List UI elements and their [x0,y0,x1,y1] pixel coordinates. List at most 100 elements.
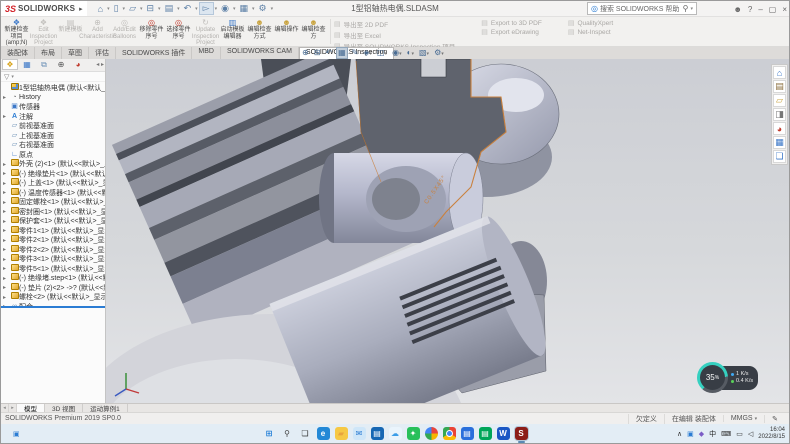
expand-arrow-icon[interactable]: ▸ [3,294,10,301]
doc-tab-other[interactable]: 运动算例1 [83,404,128,412]
custom-properties-icon[interactable]: ▦ [773,136,786,149]
displaymanager-tab[interactable]: ◕ [70,59,86,70]
network-speed-widget[interactable]: 35% 1 K/s 0.4 K/s [697,362,758,393]
doc-tab-scroll-icon[interactable]: ▸ [9,404,17,412]
dropdown-arrow-icon[interactable]: ▾ [233,6,236,12]
appearances-scenes-icon[interactable]: ◕ [773,122,786,135]
view-settings-icon[interactable]: ⚙▾ [433,48,445,59]
dropdown-arrow-icon[interactable]: ▾ [411,51,414,57]
dropdown-arrow-icon[interactable]: ▾ [195,6,198,12]
tab-solidworks-插件[interactable]: SOLIDWORKS 插件 [116,47,192,59]
dropdown-arrow-icon[interactable]: ▾ [370,51,373,57]
search-input[interactable]: 搜索 SOLIDWORKS 帮助 [600,4,679,14]
dropdown-arrow-icon[interactable]: ▾ [385,51,388,57]
dropdown-arrow-icon[interactable]: ▾ [140,6,143,12]
tree-item[interactable]: ▸螺栓<2> (默认<<默认>_显示状态 [1,292,105,302]
volume-icon[interactable]: ◁ [748,430,753,438]
home-icon[interactable]: ⌂ [95,4,106,14]
tray-chevron-icon[interactable]: ∧ [677,430,682,438]
configurationmanager-tab[interactable]: ⧉ [36,59,52,70]
doc-tab-other[interactable]: 3D 视图 [45,404,83,412]
zoom-fit-icon[interactable]: ⊕ [301,48,310,58]
tree-item[interactable]: ▸保护套<1> (默认<<默认>_显示状态 [1,216,105,226]
dropdown-arrow-icon[interactable]: ▾ [107,6,110,12]
expand-arrow-icon[interactable]: ▸ [3,180,10,187]
start-button[interactable]: ⊞ [263,427,276,440]
tree-item[interactable]: ▸(-) 绝缘垫片<1> (默认<<默认>_显示 [1,169,105,179]
tab-solidworks-cam[interactable]: SOLIDWORKS CAM [221,47,299,59]
dimxpertmanager-tab[interactable]: ⊕ [53,59,69,70]
tab-草图[interactable]: 草图 [62,47,89,59]
expand-arrow-icon[interactable]: ▸ [3,227,10,234]
qualityxpert-menu-item[interactable]: ▤QualityXpert [568,19,613,27]
task-view-icon[interactable]: ❏ [299,427,312,440]
edit-appearance-icon[interactable]: ◐▾ [406,48,415,59]
solidworks-app-icon[interactable]: S [515,427,528,440]
tree-item[interactable]: ▸(-) 上盖<1> (默认<<默认>_显示状态 [1,178,105,188]
tree-root-item[interactable]: 1型铝轴热电偶 (默认<默认_显示状态-1> [1,83,105,93]
remove-balloons-button[interactable]: ◎移除零件序号 [138,17,165,46]
widgets-icon[interactable]: ▣ [13,430,20,438]
status-tag-icon[interactable]: ✎ [764,415,785,423]
edit-operation-button[interactable]: ☻编辑操作 [273,17,300,46]
select-cursor-icon[interactable]: ▻ [199,2,214,15]
store-icon[interactable]: ▤ [371,427,384,440]
edit-inspection-method-button[interactable]: ☻编辑检查方式 [246,17,273,46]
filter-dropdown-icon[interactable]: ▾ [11,74,14,80]
tree-item[interactable]: ▸零件3<1> (默认<<默认>_显示状态 [1,254,105,264]
open-icon[interactable]: ▱ [126,3,139,14]
tree-item[interactable]: ▸零件2<1> (默认<<默认>_显示状态 [1,235,105,245]
search-icon[interactable]: ⚲ [683,4,689,13]
print-icon[interactable]: ▤ [162,3,177,14]
dropdown-arrow-icon[interactable]: ▾ [158,6,161,12]
save-icon[interactable]: ⊟ [144,3,158,14]
previous-view-icon[interactable]: ↶ [324,48,333,58]
solidworks-logo[interactable]: 3S SOLIDWORKS ▸ [1,1,87,16]
menu-expand-arrow-icon[interactable]: ▸ [79,5,83,13]
dropdown-arrow-icon[interactable]: ▾ [427,51,430,57]
tab-mbd[interactable]: MBD [192,47,221,59]
tree-item[interactable]: ▸零件5<1> (默认<<默认>_显示状态 [1,264,105,274]
graphics-viewport[interactable]: C0.5X45° ⌂▤▱◨◕▦❏ 35% 1 K/s 0.4 K/s [106,59,789,403]
tab-评估[interactable]: 评估 [89,47,116,59]
expand-arrow-icon[interactable]: ▸ [3,275,10,282]
search-box[interactable]: ◎ 搜索 SOLIDWORKS 帮助 ⚲ ▾ [587,2,697,15]
tree-item[interactable]: ▸固定螺栓<1> (默认<<默认>_显示状 [1,197,105,207]
export-2d-pdf-menu-item[interactable]: ▤导出至 2D PDF [334,19,455,29]
tray-shield-icon[interactable]: ◆ [699,430,704,438]
dropdown-arrow-icon[interactable]: ▾ [271,6,274,12]
expand-arrow-icon[interactable]: ▸ [3,284,10,291]
tree-item[interactable]: ∟原点 [1,150,105,160]
expand-arrow-icon[interactable]: ▸ [3,237,10,244]
expand-arrow-icon[interactable]: ▸ [3,189,10,196]
view-palette-icon[interactable]: ◨ [773,108,786,121]
dropdown-arrow-icon[interactable]: ▾ [441,51,444,57]
expand-arrow-icon[interactable]: ▸ [3,218,10,225]
tree-item[interactable]: ▸◔History [1,93,105,103]
help-icon[interactable]: ? [748,5,752,14]
tree-item[interactable]: ▸(-) 温度传感器<1> (默认<<默认>_显 [1,188,105,198]
tree-filter[interactable]: ▽ ▾ [1,72,105,83]
export-3d-pdf-menu-item[interactable]: ▤Export to 3D PDF [481,19,542,27]
photos-icon[interactable] [425,427,438,440]
new-inspection-project-button[interactable]: ❖新建检查项目(amp;N) [3,17,30,46]
tree-item[interactable]: ▱上视基准面 [1,131,105,141]
launch-template-editor-button[interactable]: ▥启动模板编辑器 [219,17,246,46]
green-doc-icon[interactable]: ▤ [479,427,492,440]
close-icon[interactable]: × [782,5,787,14]
solidworks-resources-icon[interactable]: ⌂ [773,66,786,79]
annotation-view-icon[interactable]: ✎ [351,48,360,58]
green-app-icon[interactable]: ✦ [407,427,420,440]
edge-icon[interactable]: e [317,427,330,440]
doc-tab-model[interactable]: 模型 [17,404,45,412]
file-explorer-icon[interactable]: ▱ [773,94,786,107]
design-library-icon[interactable]: ▤ [773,80,786,93]
options-gear-icon[interactable]: ⚙ [256,3,270,14]
login-icon[interactable]: ☻ [733,5,741,14]
expand-arrow-icon[interactable]: ▸ [3,199,10,206]
expand-arrow-icon[interactable]: ▸ [3,170,10,177]
taskbar-clock[interactable]: 16:042022/8/15 [758,427,785,440]
chrome-icon[interactable] [443,427,456,440]
search-icon[interactable]: ⚲ [281,427,294,440]
export-edrawing-menu-item[interactable]: ▤Export eDrawing [481,28,542,36]
